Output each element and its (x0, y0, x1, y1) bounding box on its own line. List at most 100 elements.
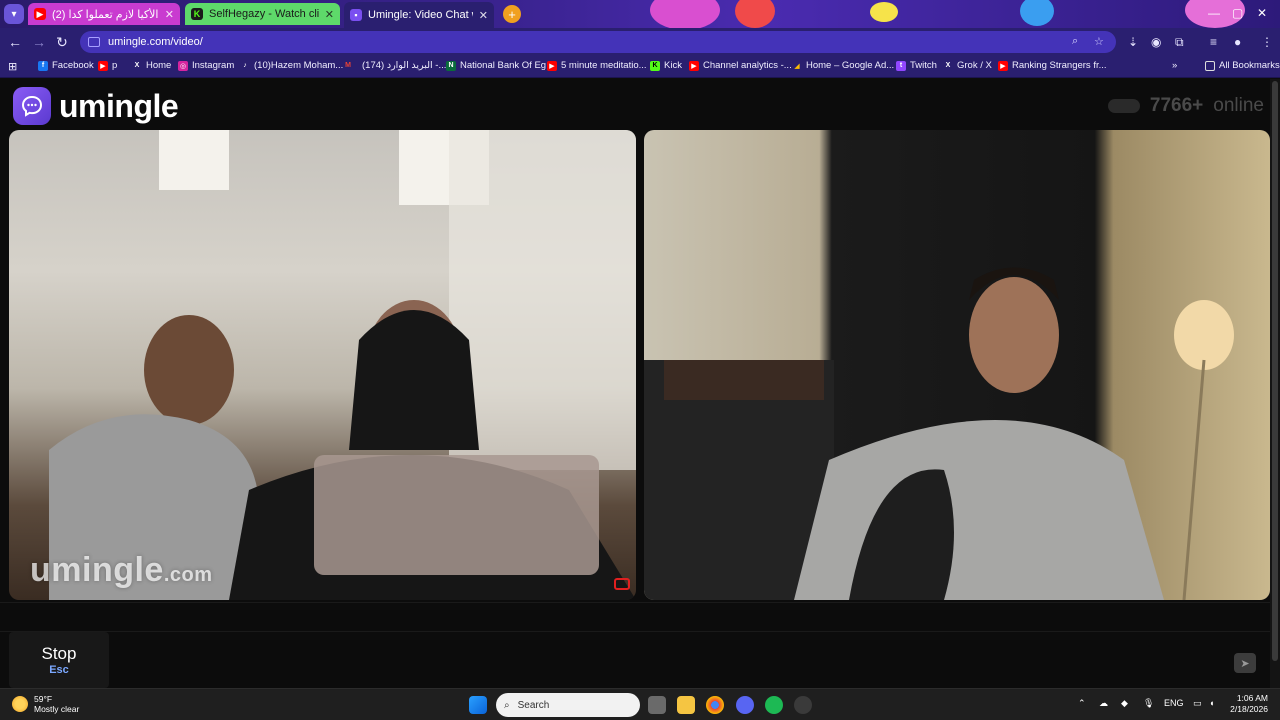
system-clock[interactable]: 1:06 AM 2/18/2026 (1230, 693, 1268, 715)
chat-message-input[interactable] (113, 632, 1270, 688)
chrome-icon[interactable] (706, 696, 724, 714)
facebook-icon: f (38, 60, 48, 71)
bookmark-twitch[interactable]: t Twitch (896, 60, 937, 71)
close-icon[interactable]: ✕ (165, 8, 174, 21)
reload-icon[interactable]: ↻ (54, 34, 70, 51)
address-bar[interactable]: umingle.com/video/ ⌕ ☆ (80, 31, 1116, 53)
close-window-icon[interactable]: ✕ (1257, 6, 1267, 20)
bookmark-star-icon[interactable]: ☆ (1094, 35, 1104, 48)
close-icon[interactable]: ✕ (479, 9, 488, 22)
clock-time: 1:06 AM (1236, 693, 1268, 703)
site-logo[interactable]: umingle (13, 87, 179, 125)
volume-icon[interactable]: ◖ (1209, 698, 1214, 708)
onedrive-icon[interactable]: ☁ (1099, 698, 1108, 709)
tab-title: (2) شايفين الأكيا لازم تعملوا كدا... (52, 8, 159, 21)
self-video-frame (644, 267, 1234, 600)
profile-avatar-icon[interactable]: ● (1234, 35, 1241, 49)
theme-decoration (870, 2, 898, 22)
steam-icon[interactable] (794, 696, 812, 714)
site-info-icon[interactable] (88, 37, 100, 47)
bookmark-instagram[interactable]: ◎ Instagram (178, 60, 234, 71)
instagram-icon: ◎ (178, 60, 188, 71)
tab-kick[interactable]: K SelfHegazy - Watch clips on Ki... ✕ (185, 3, 340, 25)
more-bookmarks-icon[interactable]: » (1172, 60, 1177, 71)
bookmark-p[interactable]: ▶ p (98, 60, 117, 71)
online-label: online (1213, 95, 1264, 116)
bookmark-meditation[interactable]: ▶ 5 minute meditatio... (547, 60, 647, 71)
minimize-icon[interactable]: — (1208, 6, 1220, 20)
stop-shortcut: Esc (49, 664, 69, 676)
folder-icon (1205, 60, 1215, 71)
task-view-icon[interactable] (648, 696, 666, 714)
url-text: umingle.com/video/ (108, 36, 203, 48)
tray-overflow-icon[interactable]: ⌃ (1078, 698, 1086, 709)
forward-icon[interactable]: → (31, 34, 47, 50)
bookmark-kick[interactable]: K Kick (650, 60, 682, 71)
stranger-video: umingle.com (9, 130, 636, 600)
gmail-icon: M (345, 61, 351, 69)
bookmark-tiktok[interactable]: ♪ (10)Hazem Moham... (240, 60, 343, 71)
x-icon: X (134, 62, 140, 69)
bookmark-facebook[interactable]: f Facebook (38, 60, 94, 71)
bookmark-home-x[interactable]: X Home (132, 60, 172, 71)
bookmark-inbox[interactable]: البريد الوارد (174) -... (362, 60, 446, 71)
download-icon[interactable]: ⇣ (1128, 35, 1138, 49)
menu-kebab-icon[interactable]: ⋮ (1261, 35, 1273, 49)
theme-decoration (735, 0, 775, 28)
network-icon[interactable]: ▭ (1193, 698, 1202, 709)
theme-decoration (1020, 0, 1054, 26)
all-bookmarks-folder[interactable]: All Bookmarks (1205, 60, 1280, 71)
stop-button[interactable]: Stop Esc (9, 632, 109, 688)
bookmark-analytics[interactable]: ▶ Channel analytics -... (689, 60, 792, 71)
bookmark-label: p (112, 60, 118, 71)
file-explorer-icon[interactable] (677, 696, 695, 714)
spotify-icon[interactable] (765, 696, 783, 714)
weather-widget[interactable]: 59°F Mostly clear (12, 694, 79, 714)
tab-umingle[interactable]: ▪ Umingle: Video Chat with S... ✕ (344, 2, 494, 28)
bookmark-label: National Bank Of Eg... (460, 60, 554, 71)
discord-icon[interactable] (736, 696, 754, 714)
search-placeholder: Search (517, 699, 550, 711)
back-icon[interactable]: ← (7, 34, 23, 50)
stranger-video-frame (49, 130, 636, 600)
media-control-icon[interactable]: ≡ (1210, 35, 1217, 49)
umingle-page: umingle 7766+ online umingle.com Stop Es… (0, 79, 1280, 688)
new-tab-button[interactable]: + (503, 5, 521, 23)
bookmark-gmail[interactable]: M (343, 60, 357, 70)
close-icon[interactable]: ✕ (325, 8, 334, 21)
theme-toggle[interactable] (1107, 99, 1140, 113)
windows-start-icon[interactable] (469, 696, 487, 714)
report-flag-icon[interactable] (614, 578, 630, 590)
watermark-main: umingle (30, 551, 164, 589)
scrollbar-thumb[interactable] (1272, 81, 1278, 661)
discord-tray-icon[interactable]: ◆ (1121, 698, 1128, 709)
browser-toolbar: ← → ↻ umingle.com/video/ ⌕ ☆ ⇣ ◉ ⧉ ≡ ● ⋮ (0, 28, 1280, 56)
bookmark-label: Ranking Strangers fr... (1012, 60, 1107, 71)
bookmark-label: Home (146, 60, 172, 71)
bookmark-grok[interactable]: X Grok / X (943, 60, 992, 71)
extension-icon[interactable]: ◉ (1151, 35, 1161, 49)
tab-strip: ▾ ▶ (2) شايفين الأكيا لازم تعملوا كدا...… (0, 0, 1280, 28)
bookmark-ranking[interactable]: ▶ Ranking Strangers fr... (998, 60, 1107, 71)
search-icon: ⌕ (504, 699, 510, 711)
tab-youtube[interactable]: ▶ (2) شايفين الأكيا لازم تعملوا كدا... ✕ (28, 3, 180, 25)
extensions-puzzle-icon[interactable]: ⧉ (1175, 35, 1184, 50)
bookmark-google-ads[interactable]: ◢ Home – Google Ad... (792, 60, 894, 71)
bookmarks-bar: ⊞ f Facebook ▶ p X Home ◎ Instagram ♪ (10)Haz… (0, 56, 1280, 78)
weather-temp: 59°F (34, 694, 53, 704)
bookmark-label: Grok / X (957, 60, 992, 71)
language-indicator[interactable]: ENG (1164, 698, 1184, 708)
online-counter: 7766+ online (1107, 95, 1264, 117)
send-icon[interactable]: ➤ (1234, 653, 1256, 673)
page-scrollbar[interactable] (1270, 79, 1280, 688)
bookmark-label: 5 minute meditatio... (561, 60, 647, 71)
zoom-icon[interactable]: ⌕ (1072, 35, 1078, 48)
microphone-icon[interactable]: 🎙 (1143, 698, 1154, 709)
tab-search-button[interactable]: ▾ (4, 4, 24, 24)
taskbar-search[interactable]: ⌕ Search (496, 693, 640, 717)
bookmark-label: All Bookmarks (1219, 60, 1280, 71)
maximize-icon[interactable]: ▢ (1232, 6, 1243, 20)
bookmark-nbe[interactable]: N National Bank Of Eg... (446, 60, 554, 71)
clock-date: 2/18/2026 (1230, 704, 1268, 714)
apps-grid-icon[interactable]: ⊞ (8, 60, 17, 73)
